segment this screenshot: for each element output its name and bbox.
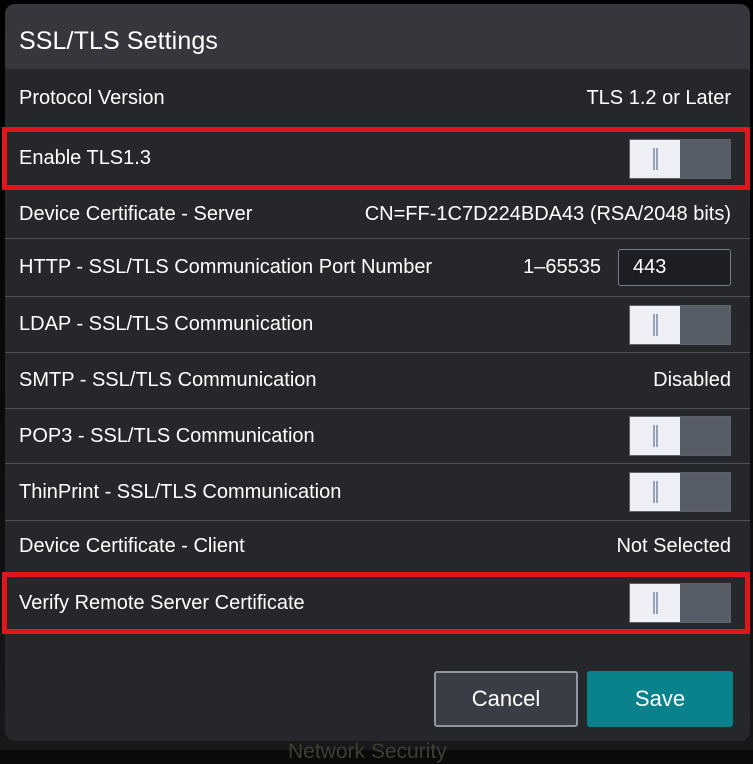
device-cert-client-label: Device Certificate - Client: [19, 535, 245, 558]
toggle-knob: [630, 417, 680, 455]
verify-remote-cert-toggle[interactable]: [629, 583, 731, 623]
settings-rows: Protocol Version TLS 1.2 or Later Enable…: [5, 69, 750, 634]
pop3-toggle[interactable]: [629, 416, 731, 456]
enable-tls13-label: Enable TLS1.3: [19, 147, 151, 170]
row-protocol-version: Protocol Version TLS 1.2 or Later: [5, 69, 750, 127]
row-enable-tls13: Enable TLS1.3: [5, 127, 750, 190]
ldap-toggle[interactable]: [629, 305, 731, 345]
verify-remote-cert-label: Verify Remote Server Certificate: [19, 592, 305, 615]
row-ldap: LDAP - SSL/TLS Communication: [5, 297, 750, 353]
toggle-track: [680, 473, 730, 511]
row-http-port: HTTP - SSL/TLS Communication Port Number…: [5, 239, 750, 297]
toggle-knob: [630, 140, 680, 178]
save-button[interactable]: Save: [587, 671, 733, 727]
ldap-label: LDAP - SSL/TLS Communication: [19, 313, 313, 336]
row-thinprint: ThinPrint - SSL/TLS Communication: [5, 464, 750, 521]
toggle-grip-icon: [653, 592, 658, 614]
background-page-title: Network Security: [288, 740, 447, 764]
smtp-label: SMTP - SSL/TLS Communication: [19, 369, 317, 392]
row-pop3: POP3 - SSL/TLS Communication: [5, 409, 750, 464]
thinprint-label: ThinPrint - SSL/TLS Communication: [19, 481, 341, 504]
enable-tls13-toggle[interactable]: [629, 139, 731, 179]
device-cert-server-value: CN=FF-1C7D224BDA43 (RSA/2048 bits): [365, 203, 731, 226]
device-cert-client-value: Not Selected: [616, 535, 731, 558]
toggle-grip-icon: [653, 481, 658, 503]
toggle-grip-icon: [653, 425, 658, 447]
dialog-title: SSL/TLS Settings: [5, 4, 750, 69]
row-verify-remote-server-certificate: Verify Remote Server Certificate: [5, 572, 750, 634]
http-port-input[interactable]: [618, 249, 731, 286]
page-backdrop: Network Security SSL/TLS Settings Protoc…: [0, 0, 753, 750]
toggle-track: [680, 140, 730, 178]
protocol-version-value: TLS 1.2 or Later: [586, 87, 731, 110]
http-port-label: HTTP - SSL/TLS Communication Port Number: [19, 256, 432, 279]
device-cert-server-label: Device Certificate - Server: [19, 203, 252, 226]
toggle-track: [680, 584, 730, 622]
smtp-value: Disabled: [653, 369, 731, 392]
http-port-range: 1–65535: [523, 256, 601, 279]
toggle-knob: [630, 473, 680, 511]
toggle-grip-icon: [653, 314, 658, 336]
row-smtp: SMTP - SSL/TLS Communication Disabled: [5, 353, 750, 409]
ssl-tls-settings-dialog: SSL/TLS Settings Protocol Version TLS 1.…: [5, 4, 750, 741]
toggle-track: [680, 417, 730, 455]
row-device-certificate-client: Device Certificate - Client Not Selected: [5, 521, 750, 572]
toggle-grip-icon: [653, 148, 658, 170]
pop3-label: POP3 - SSL/TLS Communication: [19, 425, 315, 448]
toggle-knob: [630, 306, 680, 344]
protocol-version-label: Protocol Version: [19, 87, 165, 110]
row-device-certificate-server: Device Certificate - Server CN=FF-1C7D22…: [5, 190, 750, 239]
cancel-button[interactable]: Cancel: [434, 671, 578, 727]
toggle-knob: [630, 584, 680, 622]
thinprint-toggle[interactable]: [629, 472, 731, 512]
toggle-track: [680, 306, 730, 344]
dialog-footer: Cancel Save: [5, 634, 750, 741]
